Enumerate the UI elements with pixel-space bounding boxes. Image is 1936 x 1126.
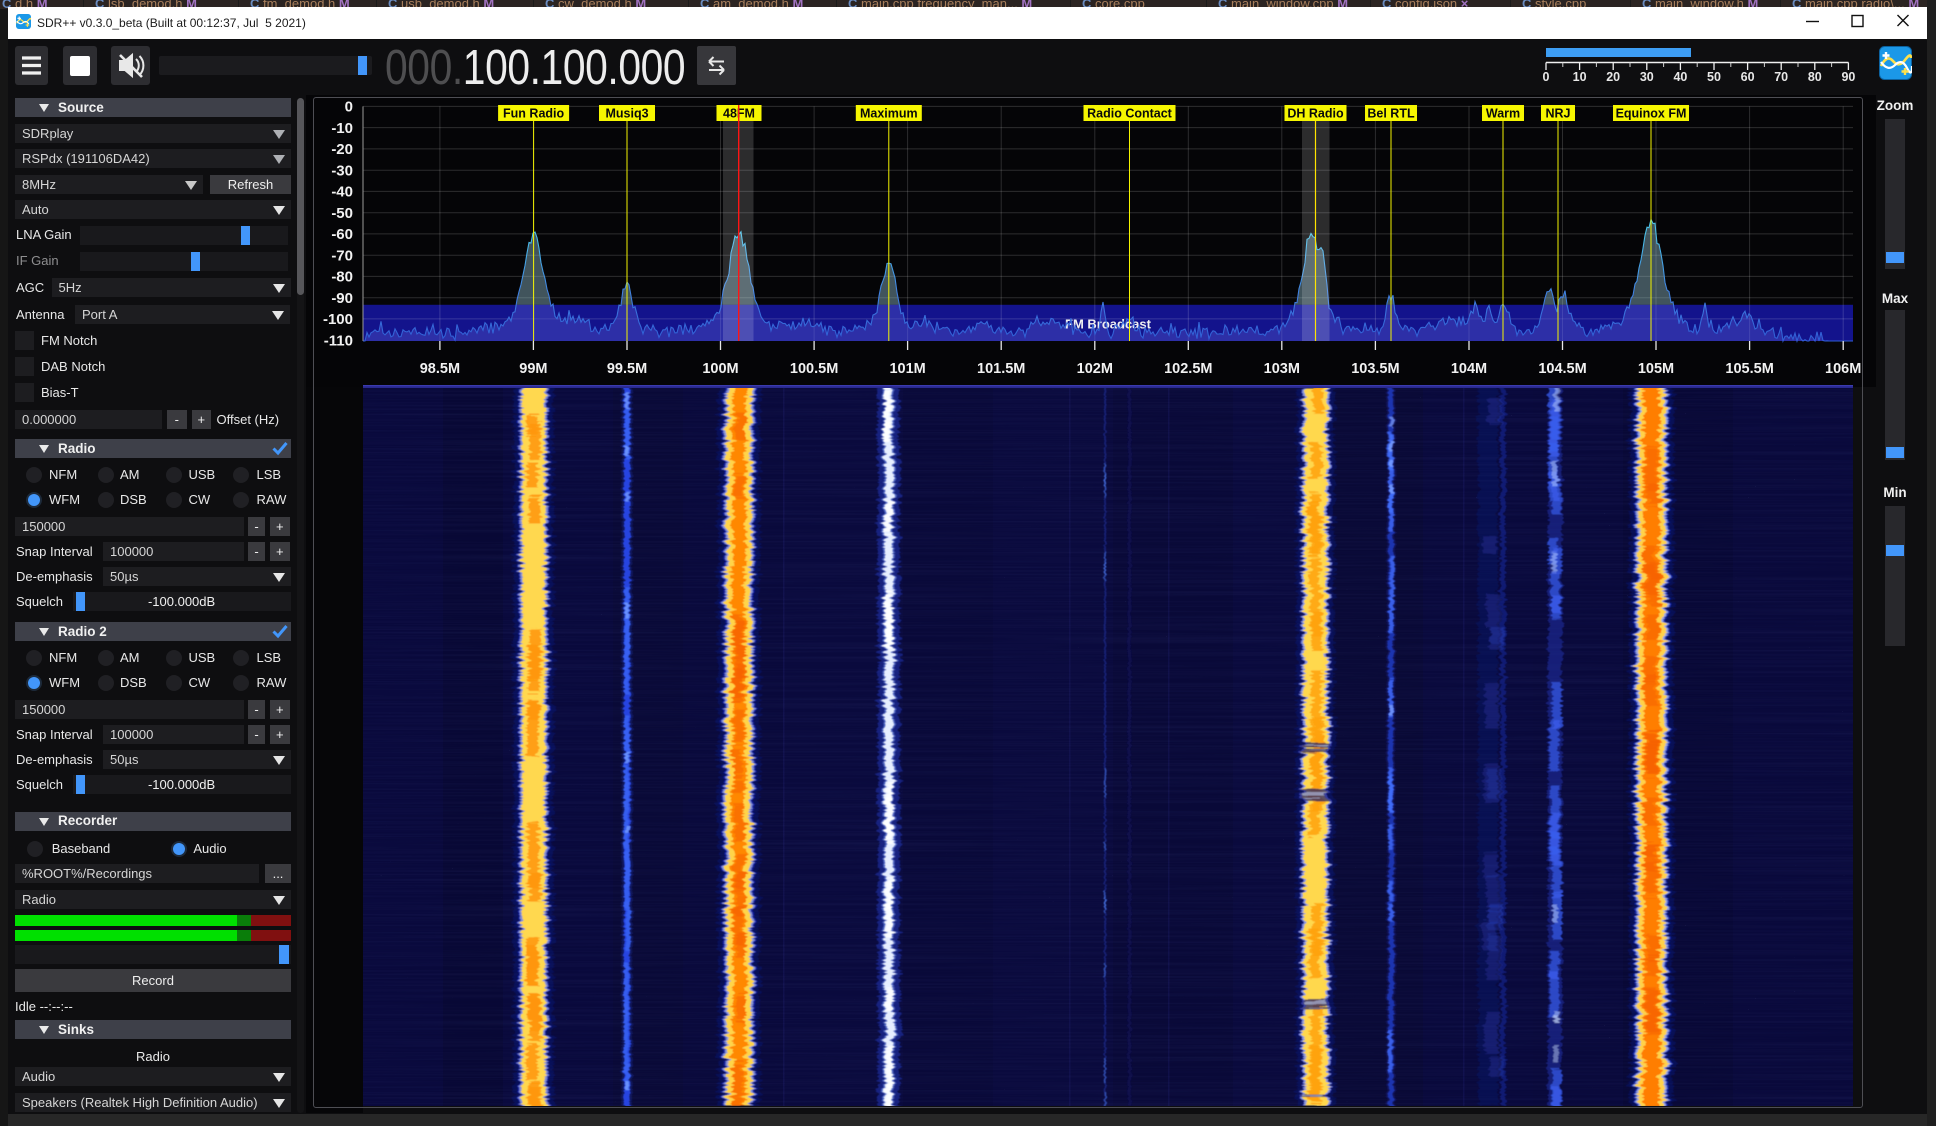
svg-text:30: 30 bbox=[1640, 70, 1654, 84]
svg-text:10: 10 bbox=[1573, 70, 1587, 84]
svg-text:50: 50 bbox=[1707, 70, 1721, 84]
svg-text:40: 40 bbox=[1673, 70, 1687, 84]
svg-text:60: 60 bbox=[1741, 70, 1755, 84]
svg-text:0: 0 bbox=[1543, 70, 1550, 84]
svg-text:20: 20 bbox=[1606, 70, 1620, 84]
svg-text:70: 70 bbox=[1774, 70, 1788, 84]
svg-text:80: 80 bbox=[1808, 70, 1822, 84]
svg-text:90: 90 bbox=[1841, 70, 1855, 84]
